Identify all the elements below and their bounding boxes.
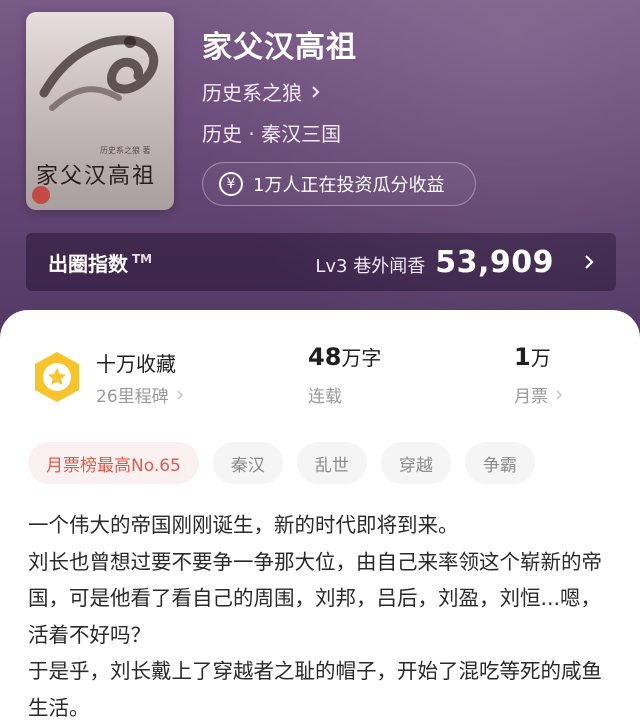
wordcount-number: 48: [308, 343, 342, 371]
trademark-label: TM: [132, 251, 153, 266]
chevron-right-icon: [177, 389, 183, 400]
book-title: 家父汉高祖: [202, 30, 357, 65]
tag-item[interactable]: 秦汉: [212, 442, 283, 484]
index-score: 53,909: [435, 244, 554, 280]
cover-badge: [32, 186, 50, 204]
detail-panel: 十万收藏 26里程碑 48万字 连载 1万 月票 月票榜最高No.65 秦汉 乱…: [0, 310, 640, 720]
stat-collections: 十万收藏: [96, 352, 176, 376]
cover-title: 家父汉高祖: [36, 164, 157, 189]
description-paragraph: 刘长也曾想过要不要争一争那大位，由自己来率领这个崭新的帝国，可是他看了看自己的周…: [28, 549, 602, 647]
chevron-right-icon: [312, 85, 320, 98]
index-title: 出圈指数 TM: [48, 251, 153, 276]
book-header: 历史系之狼 著 家父汉高祖 家父汉高祖 历史系之狼 历史 · 秦汉三国 ¥ 1万…: [0, 0, 640, 360]
genre-label[interactable]: 历史 · 秦汉三国: [202, 118, 341, 147]
dragon-illustration: [39, 35, 159, 111]
tag-item[interactable]: 穿越: [380, 442, 451, 484]
stat-votes-link[interactable]: 月票: [514, 382, 564, 407]
stat-status: 连载: [308, 387, 342, 407]
stat-monthly-votes: 1万: [514, 342, 551, 371]
index-level: Lv3 巷外闻香: [315, 255, 426, 277]
yen-icon: ¥: [219, 172, 243, 196]
description-paragraph: 于是乎，刘长戴上了穿越者之耻的帽子，开始了混吃等死的咸鱼生活。: [28, 659, 602, 720]
stat-milestone-link[interactable]: 26里程碑: [96, 382, 185, 407]
description-paragraph: 一个伟大的帝国刚刚诞生，新的时代即将到来。: [28, 513, 459, 537]
votes-number: 1: [514, 343, 531, 371]
tag-ranking[interactable]: 月票榜最高No.65: [28, 442, 199, 484]
author-link[interactable]: 历史系之狼: [202, 77, 322, 106]
stat-wordcount: 48万字: [308, 342, 381, 371]
star-medal-icon[interactable]: [30, 350, 84, 404]
book-cover[interactable]: 历史系之狼 著 家父汉高祖: [26, 12, 174, 210]
tag-list: 月票榜最高No.65 秦汉 乱世 穿越 争霸: [28, 442, 535, 484]
invest-button[interactable]: ¥ 1万人正在投资瓜分收益: [202, 162, 476, 206]
popularity-index-bar[interactable]: 出圈指数 TM Lv3 巷外闻香 53,909: [26, 233, 616, 291]
chevron-right-icon: [556, 389, 563, 400]
author-name: 历史系之狼: [202, 81, 302, 105]
stats-row: 十万收藏 26里程碑 48万字 连载 1万 月票: [0, 310, 640, 420]
invest-text: 1万人正在投资瓜分收益: [253, 175, 445, 196]
book-description: 一个伟大的帝国刚刚诞生，新的时代即将到来。 刘长也曾想过要不要争一争那大位，由自…: [28, 507, 618, 726]
tag-item[interactable]: 争霸: [464, 442, 535, 484]
chevron-right-icon: [585, 255, 594, 269]
votes-unit: 万: [530, 346, 551, 370]
cover-author: 历史系之狼 著: [100, 146, 151, 155]
tag-item[interactable]: 乱世: [296, 442, 367, 484]
stat-votes-label: 月票: [514, 387, 548, 407]
wordcount-unit: 万字: [341, 346, 382, 370]
index-right: Lv3 巷外闻香 53,909: [315, 245, 596, 280]
stat-milestone: 26里程碑: [96, 387, 169, 407]
